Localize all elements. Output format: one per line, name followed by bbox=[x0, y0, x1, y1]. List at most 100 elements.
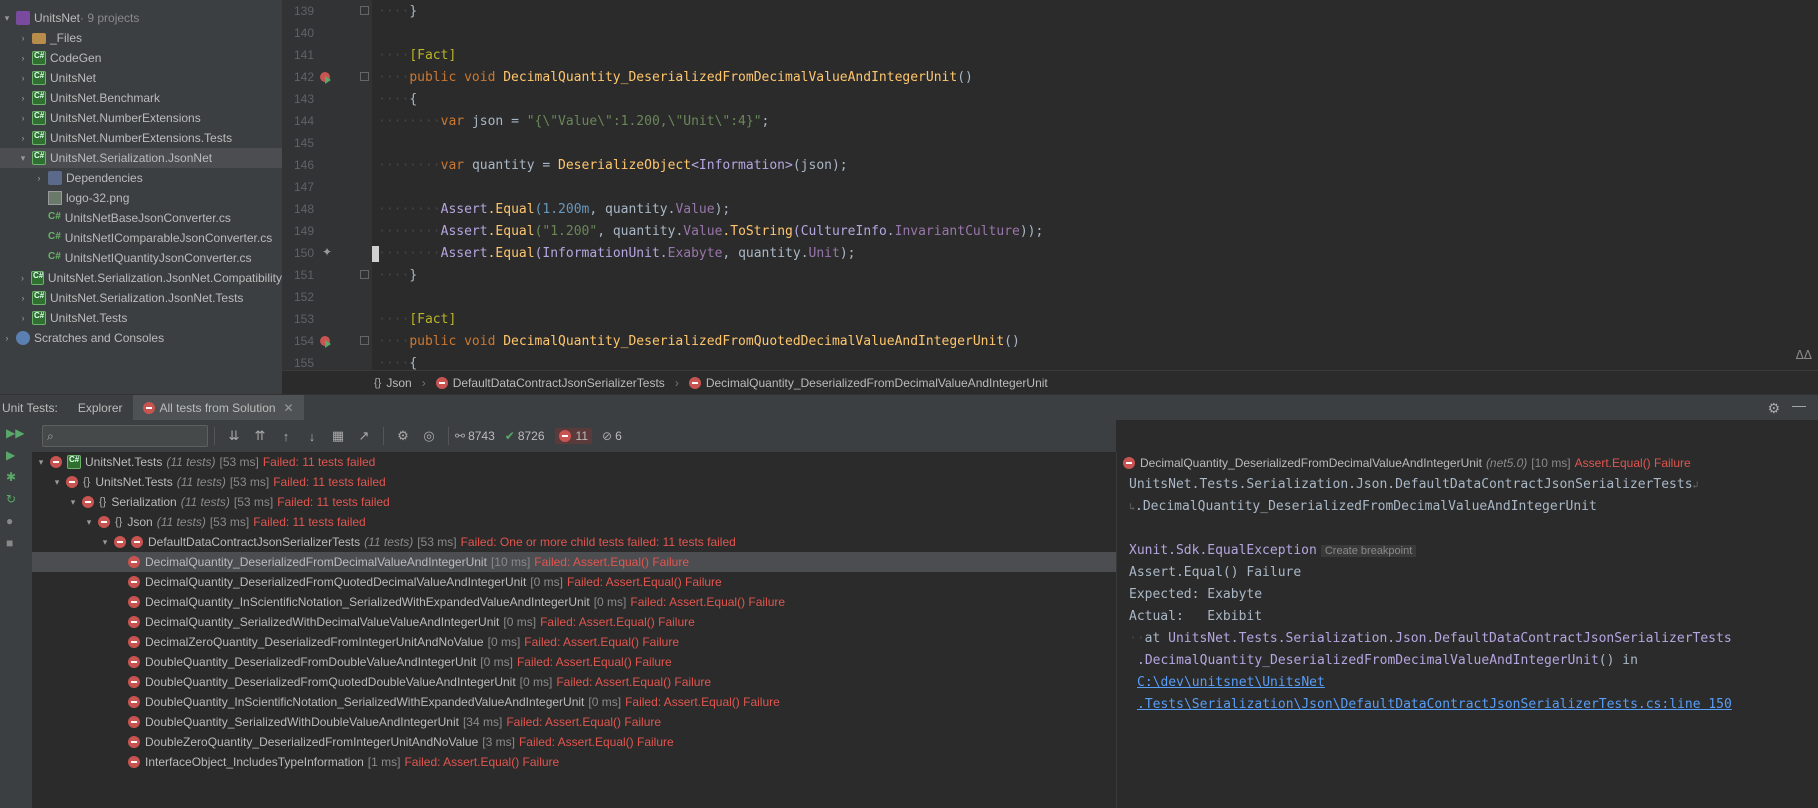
chevron-right-icon[interactable]: › bbox=[18, 293, 28, 303]
tree-item[interactable]: ▾ UnitsNet.Serialization.JsonNet bbox=[0, 148, 282, 168]
tree-item[interactable]: › UnitsNet.NumberExtensions.Tests bbox=[0, 128, 282, 148]
tree-item[interactable]: C# UnitsNetBaseJsonConverter.cs bbox=[0, 208, 282, 228]
arrow-down-icon[interactable]: ↓ bbox=[299, 429, 325, 444]
tree-item[interactable]: › UnitsNet.Serialization.JsonNet.Compatib… bbox=[0, 268, 282, 288]
source-link[interactable]: .Tests\Serialization\Json\DefaultDataCon… bbox=[1137, 697, 1732, 712]
test-tree-row[interactable]: DoubleQuantity_DeserializedFromQuotedDou… bbox=[32, 672, 1116, 692]
tree-item[interactable]: C# UnitsNetIQuantityJsonConverter.cs bbox=[0, 248, 282, 268]
code-line[interactable]: 143 ····{ bbox=[282, 88, 1818, 110]
gear-icon[interactable]: ⚙ bbox=[1767, 400, 1780, 417]
chevron-down-icon[interactable]: ▾ bbox=[68, 497, 78, 508]
code-line[interactable]: 152 bbox=[282, 286, 1818, 308]
tree-item[interactable]: › _Files bbox=[0, 28, 282, 48]
test-tree-row[interactable]: ▾ DefaultDataContractJsonSerializerTests(… bbox=[32, 532, 1116, 552]
test-tree-row[interactable]: DecimalZeroQuantity_DeserializedFromInte… bbox=[32, 632, 1116, 652]
tab-explorer[interactable]: Explorer bbox=[68, 395, 133, 421]
chevron-right-icon[interactable]: › bbox=[18, 313, 28, 323]
chevron-right-icon[interactable]: › bbox=[2, 333, 12, 343]
arrow-up-icon[interactable]: ↑ bbox=[273, 429, 299, 444]
fold-icon[interactable] bbox=[360, 6, 369, 15]
code-editor[interactable]: 139 ····} 140 141 ····[Fact] 142 ····public vo… bbox=[282, 0, 1818, 370]
debug-icon[interactable]: ✱ bbox=[6, 470, 16, 484]
code-line[interactable]: 142 ····public void DecimalQuantity_Deser… bbox=[282, 66, 1818, 88]
code-line[interactable]: 140 bbox=[282, 22, 1818, 44]
run-test-icon[interactable] bbox=[320, 336, 331, 348]
test-tree-row[interactable]: InterfaceObject_IncludesTypeInformation[… bbox=[32, 752, 1116, 772]
chevron-right-icon[interactable]: › bbox=[18, 133, 28, 143]
exception-type[interactable]: Xunit.Sdk.EqualException bbox=[1129, 543, 1317, 558]
stack-frame-link[interactable]: UnitsNet.Tests.Serialization.Json.Defaul… bbox=[1168, 631, 1732, 646]
test-tree-row[interactable]: DecimalQuantity_SerializedWithDecimalVal… bbox=[32, 612, 1116, 632]
tree-solution[interactable]: ▾ UnitsNet · 9 projects bbox=[0, 8, 282, 28]
code-line[interactable]: 149 ········Assert.Equal("1.200", quantit… bbox=[282, 220, 1818, 242]
chevron-down-icon[interactable]: ▾ bbox=[36, 457, 46, 468]
tree-item[interactable]: C# UnitsNetIComparableJsonConverter.cs bbox=[0, 228, 282, 248]
test-search-input[interactable]: ⌕ bbox=[42, 425, 208, 447]
track-running-icon[interactable]: ◎ bbox=[416, 428, 442, 444]
rerun-icon[interactable]: ↻ bbox=[6, 492, 16, 506]
code-line[interactable]: 150 ✦ ········Assert.Equal(InformationUnit… bbox=[282, 242, 1818, 264]
collapse-all-icon[interactable]: ⇈ bbox=[247, 428, 273, 444]
code-line[interactable]: 144 ········var json = "{\"Value\":1.200,… bbox=[282, 110, 1818, 132]
minimize-icon[interactable]: — bbox=[1792, 397, 1806, 413]
tree-item[interactable]: › CodeGen bbox=[0, 48, 282, 68]
code-line[interactable]: 141 ····[Fact] bbox=[282, 44, 1818, 66]
chevron-right-icon[interactable]: › bbox=[18, 33, 28, 43]
tree-item[interactable]: › UnitsNet.Tests bbox=[0, 308, 282, 328]
test-tree-row[interactable]: ▾ {} Serialization (11 tests) [53 ms] Failed:… bbox=[32, 492, 1116, 512]
tree-item[interactable]: logo-32.png bbox=[0, 188, 282, 208]
ignored-tests-counter[interactable]: ⊘ 6 bbox=[602, 429, 622, 443]
code-line[interactable]: 148 ········Assert.Equal(1.200m, quantity… bbox=[282, 198, 1818, 220]
source-link[interactable]: C:\dev\unitsnet\UnitsNet bbox=[1137, 675, 1325, 690]
close-icon[interactable]: ✕ bbox=[284, 401, 294, 415]
test-tree-row[interactable]: DoubleQuantity_SerializedWithDoubleValue… bbox=[32, 712, 1116, 732]
reader-mode-icon[interactable]: ᐃᐃ bbox=[1796, 348, 1812, 362]
tree-item[interactable]: › Scratches and Consoles bbox=[0, 328, 282, 348]
code-line[interactable]: 151 ····} bbox=[282, 264, 1818, 286]
code-line[interactable]: 153 ····[Fact] bbox=[282, 308, 1818, 330]
code-line[interactable]: 139 ····} bbox=[282, 0, 1818, 22]
tree-item[interactable]: › UnitsNet.Serialization.JsonNet.Tests bbox=[0, 288, 282, 308]
tree-item[interactable]: › UnitsNet bbox=[0, 68, 282, 88]
chevron-right-icon[interactable]: › bbox=[18, 73, 28, 83]
breadcrumb-item-class[interactable]: DefaultDataContractJsonSerializerTests bbox=[435, 376, 665, 390]
code-line[interactable]: 155 ····{ bbox=[282, 352, 1818, 371]
fold-icon[interactable] bbox=[360, 270, 369, 279]
chevron-right-icon[interactable]: › bbox=[18, 273, 27, 283]
tree-item[interactable]: › Dependencies bbox=[0, 168, 282, 188]
group-by-icon[interactable]: ▦ bbox=[325, 428, 351, 444]
test-tree-row[interactable]: DecimalQuantity_InScientificNotation_Ser… bbox=[32, 592, 1116, 612]
fold-icon[interactable] bbox=[360, 72, 369, 81]
chevron-down-icon[interactable]: ▾ bbox=[100, 537, 110, 548]
code-line[interactable]: 154 ····public void DecimalQuantity_Deser… bbox=[282, 330, 1818, 352]
run-test-icon[interactable] bbox=[320, 72, 331, 84]
chevron-right-icon[interactable]: › bbox=[18, 93, 28, 103]
code-line[interactable]: 147 bbox=[282, 176, 1818, 198]
chevron-right-icon[interactable]: › bbox=[18, 113, 28, 123]
breadcrumb-item-method[interactable]: DecimalQuantity_DeserializedFromDecimalV… bbox=[688, 376, 1048, 390]
chevron-down-icon[interactable]: ▾ bbox=[84, 517, 94, 528]
tree-item[interactable]: › UnitsNet.NumberExtensions bbox=[0, 108, 282, 128]
passed-tests-counter[interactable]: ✔ 8726 bbox=[505, 429, 545, 443]
cover-icon[interactable]: ● bbox=[6, 514, 13, 528]
lightbulb-icon[interactable]: ✦ bbox=[322, 245, 332, 259]
test-tree-row[interactable]: ▾ {} UnitsNet.Tests (11 tests) [53 ms] Failed… bbox=[32, 472, 1116, 492]
test-tree-row[interactable]: ▾ UnitsNet.Tests(11 tests)[53 ms]Failed: … bbox=[32, 452, 1116, 472]
test-tree-row[interactable]: DoubleZeroQuantity_DeserializedFromInteg… bbox=[32, 732, 1116, 752]
test-tree-row[interactable]: DecimalQuantity_DeserializedFromQuotedDe… bbox=[32, 572, 1116, 592]
chevron-down-icon[interactable]: ▾ bbox=[2, 13, 12, 24]
tree-item[interactable]: › UnitsNet.Benchmark bbox=[0, 88, 282, 108]
fold-icon[interactable] bbox=[360, 336, 369, 345]
code-line[interactable]: 146 ········var quantity = DeserializeObj… bbox=[282, 154, 1818, 176]
code-line[interactable]: 145 bbox=[282, 132, 1818, 154]
test-tree-row[interactable]: DoubleQuantity_InScientificNotation_Seri… bbox=[32, 692, 1116, 712]
chevron-right-icon[interactable]: › bbox=[18, 53, 28, 63]
run-icon[interactable]: ▶ bbox=[6, 448, 15, 462]
failed-tests-counter[interactable]: 11 bbox=[554, 428, 592, 444]
tests-tree[interactable]: ▾UnitsNet.Tests(11 tests)[53 ms]Failed: … bbox=[32, 452, 1116, 808]
stop-icon[interactable]: ■ bbox=[6, 536, 13, 550]
test-tree-row[interactable]: ▾ {} Json (11 tests) [53 ms] Failed: 11 tests… bbox=[32, 512, 1116, 532]
breadcrumb-item-namespace[interactable]: {} Json bbox=[374, 376, 412, 390]
test-output-pane[interactable]: DecimalQuantity_DeserializedFromDecimalV… bbox=[1116, 452, 1818, 808]
chevron-right-icon[interactable]: › bbox=[34, 173, 44, 183]
